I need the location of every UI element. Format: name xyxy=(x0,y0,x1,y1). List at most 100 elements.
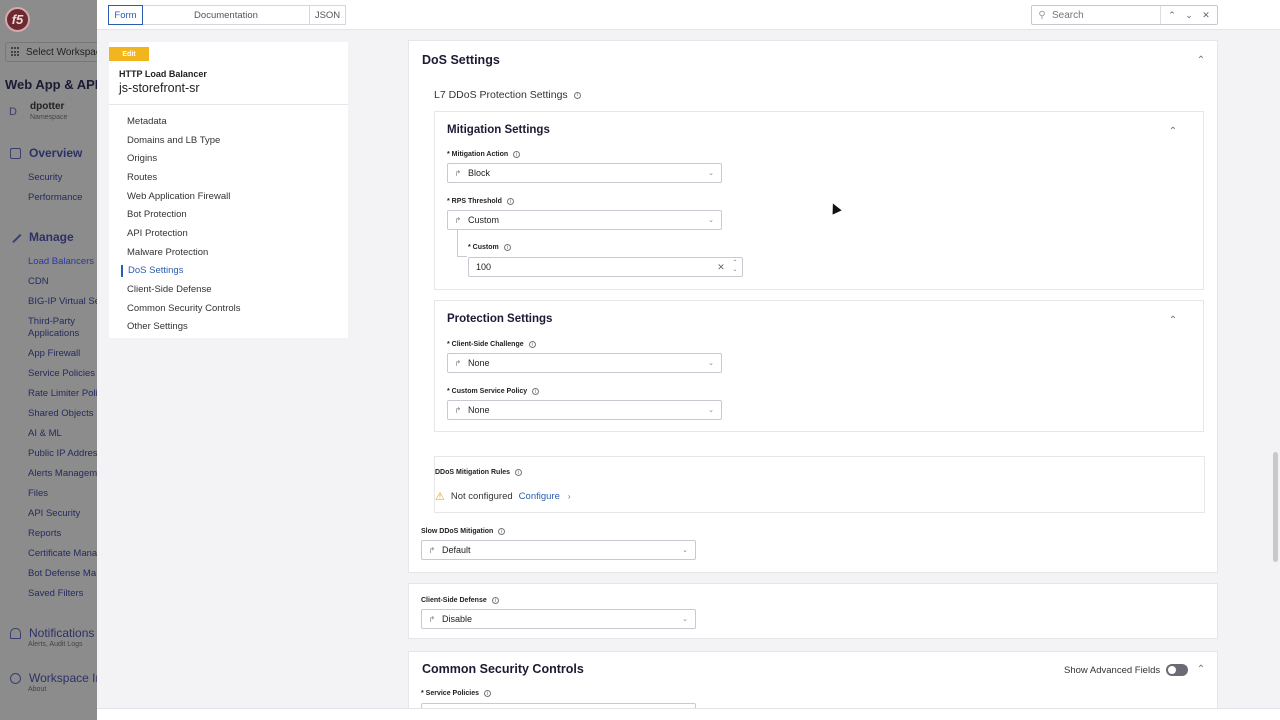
info-icon[interactable]: i xyxy=(573,91,581,99)
nav-item-bigip[interactable]: BIG-IP Virtual Se xyxy=(28,296,97,307)
left-navigation: f5 Select Workspace Web App & API P D dp… xyxy=(0,0,97,720)
tab-form[interactable]: Form xyxy=(108,5,143,25)
stepper-icon[interactable]: ⌃ ⌄ xyxy=(728,260,742,274)
configure-link[interactable]: Configure xyxy=(519,491,560,502)
nav-overview[interactable]: Overview xyxy=(10,146,82,160)
nav-item-security[interactable]: Security xyxy=(28,172,62,183)
chevron-up-icon[interactable]: ⌃ xyxy=(1164,10,1180,21)
tab-json[interactable]: JSON xyxy=(309,5,346,25)
toc-item-routes[interactable]: Routes xyxy=(127,168,241,187)
search-box: ⚲ ⌃ ⌄ ✕ xyxy=(1031,5,1218,25)
chevron-down-icon: ⌄ xyxy=(708,407,714,414)
ddos-rules-status: ⚠ Not configured Configure › xyxy=(435,490,571,503)
collapse-chevron-icon[interactable]: ⌃ xyxy=(1168,126,1178,137)
nav-workspace-info-sub: About xyxy=(28,686,47,693)
f5-logo: f5 xyxy=(5,7,30,32)
warning-icon: ⚠ xyxy=(435,491,445,503)
toc-item-client-side-defense[interactable]: Client-Side Defense xyxy=(127,280,241,299)
nav-workspace-info[interactable]: Workspace Inf xyxy=(10,671,97,685)
clear-icon[interactable]: ✕ xyxy=(714,262,728,273)
info-icon[interactable]: i xyxy=(513,151,521,158)
mitigation-action-select[interactable]: ↱ Block ⌄ xyxy=(447,163,722,183)
nav-item-alerts[interactable]: Alerts Managem xyxy=(28,468,97,479)
nav-item-applications[interactable]: Applications xyxy=(28,328,79,339)
nav-item-third-party[interactable]: Third-Party xyxy=(28,316,75,327)
nav-notifications-label: Notifications xyxy=(29,626,95,640)
toc-item-metadata[interactable]: Metadata xyxy=(127,112,241,131)
info-icon[interactable]: i xyxy=(528,341,536,348)
client-side-challenge-label-text: Client-Side Challenge xyxy=(451,341,524,348)
nav-item-certificate[interactable]: Certificate Mana xyxy=(28,548,97,559)
chevron-down-icon[interactable]: ⌄ xyxy=(1181,10,1197,21)
l7-ddos-heading: L7 DDoS Protection Settings i xyxy=(434,89,581,101)
info-icon[interactable]: i xyxy=(506,198,514,205)
nav-item-reports[interactable]: Reports xyxy=(28,528,61,539)
protection-settings-title: Protection Settings xyxy=(447,313,553,325)
custom-service-policy-select[interactable]: ↱ None ⌄ xyxy=(447,400,722,420)
nav-item-cdn[interactable]: CDN xyxy=(28,276,49,287)
collapse-chevron-icon[interactable]: ⌃ xyxy=(1196,664,1206,675)
action-footer xyxy=(97,708,1280,720)
toc-list: Metadata Domains and LB Type Origins Rou… xyxy=(121,112,241,337)
protection-settings-panel: Protection Settings ⌃ * Client-Side Chal… xyxy=(434,300,1204,432)
toc-item-common-security[interactable]: Common Security Controls xyxy=(127,299,241,318)
wrench-icon xyxy=(9,230,22,244)
search-input[interactable] xyxy=(1052,9,1160,21)
client-side-defense-select[interactable]: ↱ Disable ⌄ xyxy=(421,609,696,629)
nav-item-saved-filters[interactable]: Saved Filters xyxy=(28,588,83,599)
collapse-chevron-icon[interactable]: ⌃ xyxy=(1196,55,1206,66)
object-type: HTTP Load Balancer xyxy=(119,69,207,79)
info-icon[interactable]: i xyxy=(532,388,540,395)
toc-item-domains[interactable]: Domains and LB Type xyxy=(127,131,241,150)
info-icon[interactable]: i xyxy=(503,244,511,251)
toc-item-other-settings[interactable]: Other Settings xyxy=(127,318,241,337)
nav-item-load-balancers[interactable]: Load Balancers xyxy=(28,256,94,267)
close-icon[interactable]: ✕ xyxy=(1198,10,1214,21)
scrollbar[interactable] xyxy=(1273,452,1278,562)
workspace-select[interactable]: Select Workspace xyxy=(5,42,97,62)
slow-ddos-select[interactable]: ↱ Default ⌄ xyxy=(421,540,696,560)
toc-item-waf[interactable]: Web Application Firewall xyxy=(127,187,241,206)
nav-item-performance[interactable]: Performance xyxy=(28,192,82,203)
namespace-label: Namespace xyxy=(30,114,68,121)
nav-item-bot-defense[interactable]: Bot Defense Ma xyxy=(28,568,96,579)
toc-item-malware[interactable]: Malware Protection xyxy=(127,243,241,262)
client-side-challenge-select[interactable]: ↱ None ⌄ xyxy=(447,353,722,373)
chevron-right-icon[interactable]: › xyxy=(568,492,571,501)
info-icon[interactable]: i xyxy=(498,528,506,535)
info-icon[interactable]: i xyxy=(484,690,491,697)
toc-item-dos-label: DoS Settings xyxy=(128,265,184,277)
search-icon: ⚲ xyxy=(1038,9,1046,21)
mitigation-action-label-text: Mitigation Action xyxy=(451,151,509,158)
nav-item-files[interactable]: Files xyxy=(28,488,48,499)
object-name: js-storefront-sr xyxy=(119,81,200,95)
namespace-selector[interactable]: D dpotter Namespace xyxy=(5,101,67,123)
rps-threshold-select[interactable]: ↱ Custom ⌄ xyxy=(447,210,722,230)
collapse-chevron-icon[interactable]: ⌃ xyxy=(1168,315,1178,326)
nav-item-ai-ml[interactable]: AI & ML xyxy=(28,428,62,439)
tab-documentation[interactable]: Documentation xyxy=(142,5,310,25)
info-icon[interactable]: i xyxy=(515,469,523,476)
common-security-controls-title: Common Security Controls xyxy=(422,662,584,676)
namespace-avatar: D xyxy=(9,106,17,118)
nav-item-shared-objects[interactable]: Shared Objects xyxy=(28,408,93,419)
advanced-fields-toggle[interactable] xyxy=(1166,664,1189,676)
mitigation-settings-panel: Mitigation Settings ⌃ * Mitigation Actio… xyxy=(434,111,1204,290)
toc-item-api-protection[interactable]: API Protection xyxy=(127,224,241,243)
nav-item-app-firewall[interactable]: App Firewall xyxy=(28,348,80,359)
custom-rps-field[interactable] xyxy=(469,262,714,272)
toc-item-origins[interactable]: Origins xyxy=(127,149,241,168)
nav-manage[interactable]: Manage xyxy=(9,230,74,244)
toc-item-bot-protection[interactable]: Bot Protection xyxy=(127,205,241,224)
custom-service-policy-label-text: Custom Service Policy xyxy=(451,388,528,395)
nav-item-rate-limiter[interactable]: Rate Limiter Polic xyxy=(28,388,97,399)
nav-item-service-policies[interactable]: Service Policies xyxy=(28,368,95,379)
nav-item-public-ip[interactable]: Public IP Address xyxy=(28,448,97,459)
branch-icon: ↱ xyxy=(454,405,462,415)
info-icon[interactable]: i xyxy=(491,597,499,604)
branch-icon: ↱ xyxy=(428,545,436,555)
nav-item-api-security[interactable]: API Security xyxy=(28,508,80,519)
nav-notifications[interactable]: Notifications xyxy=(10,626,94,640)
toc-item-dos-settings[interactable]: DoS Settings xyxy=(121,262,241,281)
client-side-defense-card: Client-Side Defense i ↱ Disable ⌄ xyxy=(408,583,1218,639)
